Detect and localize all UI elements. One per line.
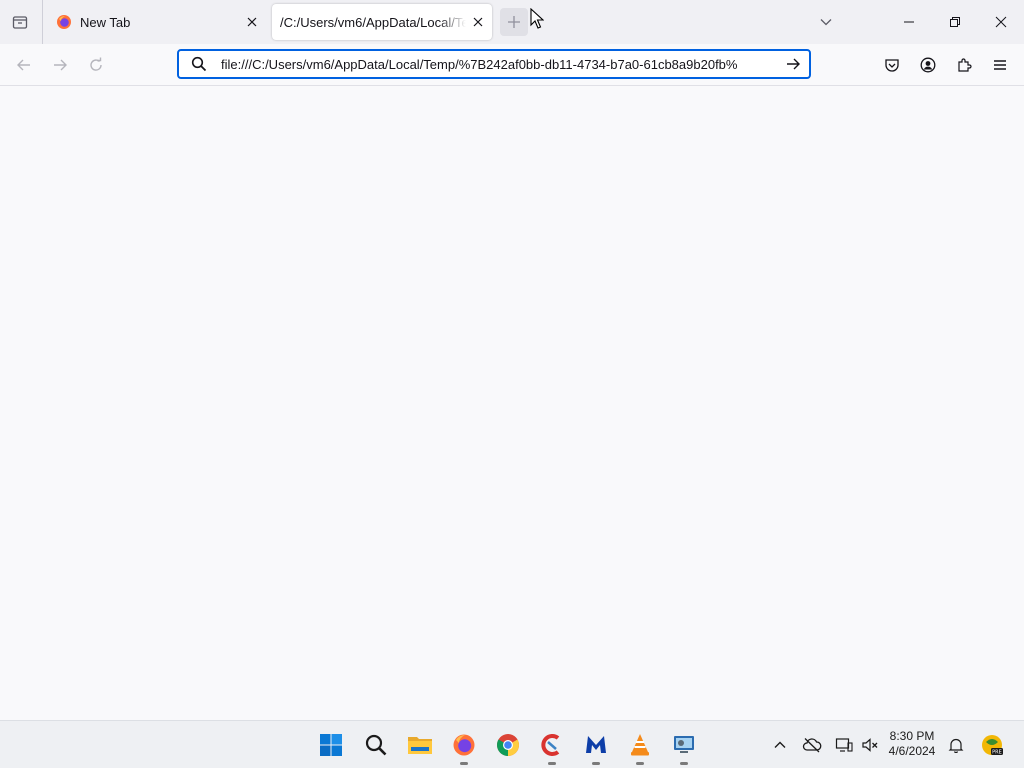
tab-separator bbox=[42, 0, 43, 44]
network-tray-icon[interactable] bbox=[832, 733, 856, 757]
pocket-icon bbox=[885, 59, 899, 72]
arrow-right-icon bbox=[54, 59, 67, 71]
svg-text:PRE: PRE bbox=[992, 750, 1002, 756]
running-indicator bbox=[592, 762, 600, 765]
navigation-toolbar bbox=[0, 44, 1024, 86]
back-button[interactable] bbox=[12, 53, 36, 77]
go-button[interactable] bbox=[781, 52, 805, 76]
tab-local-file[interactable]: /C:/Users/vm6/AppData/Local/Temp/%7B242a… bbox=[272, 4, 492, 40]
windows-icon bbox=[320, 734, 342, 756]
plus-icon bbox=[508, 16, 520, 28]
copilot-preview-button[interactable]: PRE bbox=[978, 733, 1006, 757]
firefox-view-icon bbox=[12, 16, 28, 29]
network-icon bbox=[835, 738, 853, 752]
volume-tray-icon[interactable] bbox=[858, 733, 882, 757]
tab-strip: New Tab /C:/Users/vm6/AppData/Local/Temp… bbox=[0, 0, 1024, 44]
extensions-button[interactable] bbox=[952, 53, 976, 77]
notifications-button[interactable] bbox=[944, 733, 968, 757]
minimize-button[interactable] bbox=[886, 0, 932, 44]
chevron-up-icon bbox=[774, 741, 786, 748]
firefox-icon bbox=[453, 734, 475, 756]
copilot-icon: PRE bbox=[982, 735, 1003, 756]
restore-button[interactable] bbox=[932, 0, 978, 44]
close-tab-button[interactable] bbox=[240, 10, 264, 34]
close-icon bbox=[247, 17, 257, 27]
mouse-cursor-icon bbox=[530, 8, 544, 29]
clock-date: 4/6/2024 bbox=[888, 744, 936, 758]
cloud-offline-icon bbox=[802, 738, 822, 753]
search-icon bbox=[365, 734, 387, 756]
page-content bbox=[0, 86, 1024, 720]
firefox-icon bbox=[57, 15, 71, 29]
account-icon bbox=[920, 57, 936, 73]
url-input[interactable] bbox=[221, 54, 781, 74]
system-clock[interactable]: 8:30 PM 4/6/2024 bbox=[884, 729, 940, 759]
puzzle-icon bbox=[958, 58, 972, 72]
tab-title: New Tab bbox=[80, 14, 131, 30]
arrow-left-icon bbox=[17, 59, 30, 71]
list-all-tabs-button[interactable] bbox=[814, 10, 838, 34]
vlc-taskbar-button[interactable] bbox=[622, 727, 658, 765]
chrome-taskbar-button[interactable] bbox=[490, 727, 526, 763]
reload-button[interactable] bbox=[84, 53, 108, 77]
vlc-icon bbox=[631, 734, 649, 756]
start-button[interactable] bbox=[313, 727, 349, 763]
account-button[interactable] bbox=[916, 53, 940, 77]
pocket-button[interactable] bbox=[880, 53, 904, 77]
clock-time: 8:30 PM bbox=[889, 729, 935, 743]
reload-icon bbox=[90, 57, 102, 71]
close-icon bbox=[995, 16, 1007, 28]
hamburger-menu-icon bbox=[994, 60, 1006, 70]
close-icon bbox=[473, 17, 483, 27]
search-icon bbox=[189, 54, 209, 74]
bell-icon bbox=[948, 738, 964, 753]
restore-icon bbox=[950, 17, 960, 27]
remote-desktop-taskbar-button[interactable] bbox=[666, 727, 702, 765]
firefox-view-button[interactable] bbox=[8, 10, 32, 34]
running-indicator bbox=[680, 762, 688, 765]
ccleaner-icon bbox=[541, 734, 560, 756]
malwarebytes-icon bbox=[586, 736, 606, 753]
close-window-button[interactable] bbox=[978, 0, 1024, 44]
running-indicator bbox=[548, 762, 556, 765]
firefox-taskbar-button[interactable] bbox=[446, 727, 482, 765]
onedrive-tray-icon[interactable] bbox=[800, 733, 824, 757]
ccleaner-taskbar-button[interactable] bbox=[534, 727, 570, 765]
tab-new-tab[interactable]: New Tab bbox=[48, 4, 266, 40]
app-menu-button[interactable] bbox=[988, 53, 1012, 77]
chevron-down-icon bbox=[820, 19, 832, 26]
minimize-icon bbox=[904, 21, 914, 23]
arrow-right-icon bbox=[787, 58, 800, 70]
close-tab-button[interactable] bbox=[466, 10, 490, 34]
running-indicator bbox=[460, 762, 468, 765]
remote-desktop-icon bbox=[674, 736, 694, 753]
show-hidden-icons-button[interactable] bbox=[768, 733, 792, 757]
new-tab-button[interactable] bbox=[500, 8, 528, 36]
taskbar: 8:30 PM 4/6/2024 PRE bbox=[0, 720, 1024, 768]
taskbar-search-button[interactable] bbox=[358, 727, 394, 763]
tab-title: /C:/Users/vm6/AppData/Local/Temp/%7B242a… bbox=[280, 14, 466, 30]
running-indicator bbox=[636, 762, 644, 765]
malwarebytes-taskbar-button[interactable] bbox=[578, 727, 614, 765]
folder-icon bbox=[408, 737, 432, 754]
forward-button[interactable] bbox=[48, 53, 72, 77]
speaker-muted-icon bbox=[862, 738, 878, 752]
file-explorer-button[interactable] bbox=[402, 727, 438, 763]
chrome-icon bbox=[497, 734, 519, 756]
url-bar[interactable] bbox=[177, 49, 811, 79]
